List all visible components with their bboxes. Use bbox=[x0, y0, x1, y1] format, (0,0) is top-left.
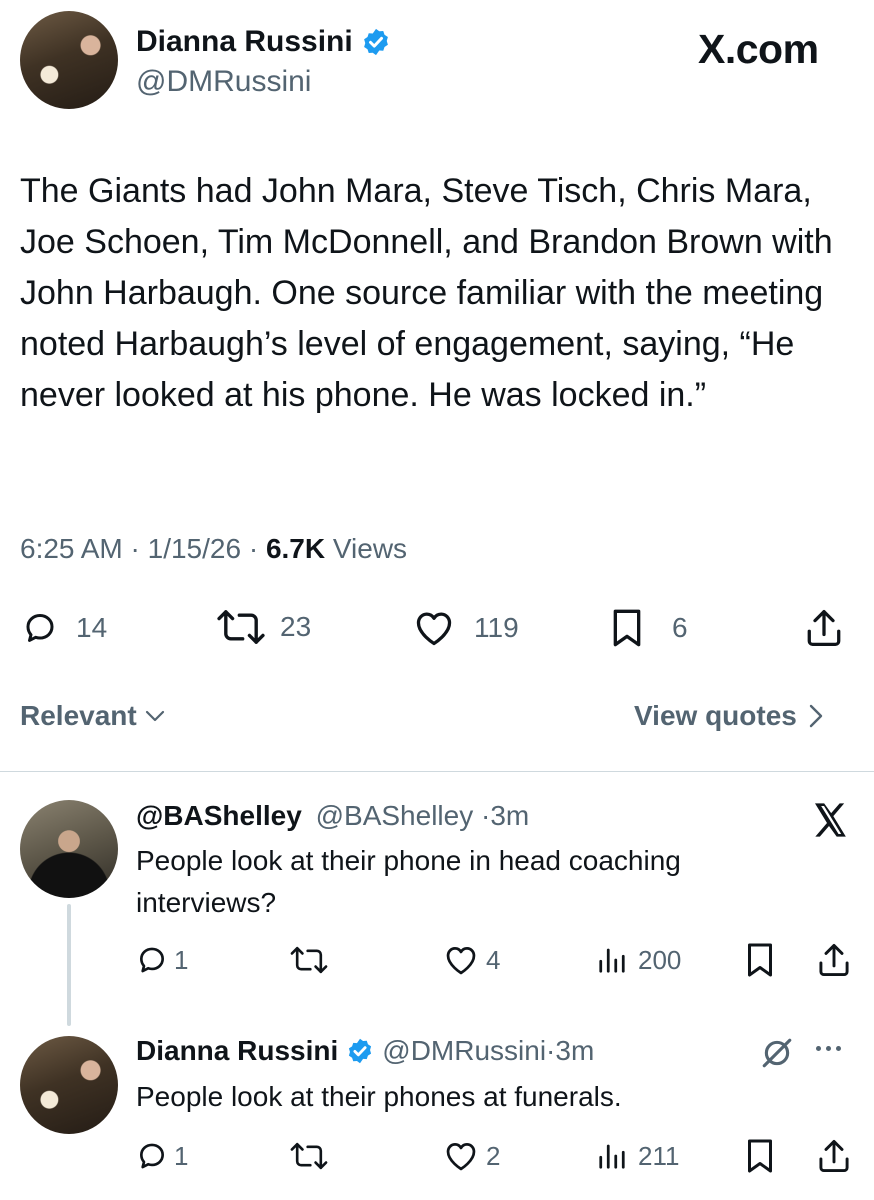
analytics-icon bbox=[599, 948, 625, 973]
reply-like-count: 4 bbox=[486, 944, 501, 975]
sort-dropdown[interactable]: Relevant bbox=[20, 700, 167, 732]
reply-time[interactable]: 3m bbox=[490, 800, 529, 831]
like-button[interactable]: 119 bbox=[414, 610, 519, 646]
tweet-time[interactable]: 6:25 AM bbox=[20, 533, 123, 564]
author-avatar[interactable] bbox=[20, 11, 118, 109]
reply-repost-button[interactable] bbox=[288, 1140, 330, 1172]
reply-share-button[interactable] bbox=[818, 1138, 850, 1174]
view-quotes-link[interactable]: View quotes bbox=[634, 700, 827, 732]
reply-bookmark-button[interactable] bbox=[746, 942, 774, 978]
author-name-row: Dianna Russini bbox=[136, 22, 391, 62]
share-icon bbox=[819, 943, 849, 976]
tweet-text: The Giants had John Mara, Steve Tisch, C… bbox=[20, 172, 833, 414]
author-name[interactable]: Dianna Russini bbox=[136, 25, 353, 59]
views-count: 6.7K bbox=[265, 533, 326, 564]
thread-line bbox=[67, 904, 71, 1026]
site-label: X.com bbox=[698, 26, 819, 72]
reply-button[interactable]: 14 bbox=[22, 610, 107, 646]
reply-views-count: 200 bbox=[638, 944, 682, 975]
reply-reply-button[interactable]: 1 bbox=[136, 1140, 188, 1172]
analytics-icon bbox=[599, 1144, 625, 1169]
reply-text: People look at their phone in head coach… bbox=[136, 845, 681, 918]
meta-separator: · bbox=[480, 800, 491, 831]
reply-text: People look at their phones at funerals. bbox=[136, 1081, 622, 1112]
views-label: Views bbox=[332, 533, 408, 564]
meta-separator: · bbox=[546, 1035, 556, 1066]
heart-icon bbox=[446, 1143, 476, 1171]
meta-separator: · bbox=[130, 533, 148, 564]
reply-views-count: 211 bbox=[638, 1140, 680, 1171]
repost-count: 23 bbox=[280, 611, 312, 642]
reply-handle[interactable]: @DMRussini bbox=[382, 1035, 546, 1067]
reply-icon bbox=[140, 1143, 164, 1169]
reply-count: 14 bbox=[76, 612, 108, 643]
reply-icon bbox=[140, 947, 164, 973]
reply-header: @BAShelley @BAShelley ·3m bbox=[136, 800, 529, 832]
reply-like-count: 2 bbox=[486, 1140, 501, 1171]
share-icon bbox=[819, 1140, 849, 1172]
bookmark-icon bbox=[748, 1139, 772, 1173]
more-options-icon[interactable] bbox=[816, 1046, 841, 1051]
reply-icon bbox=[26, 614, 54, 642]
reply-header: Dianna Russini @DMRussini · 3m bbox=[136, 1034, 594, 1068]
author-handle[interactable]: @DMRussini bbox=[136, 65, 311, 99]
bookmark-count: 6 bbox=[672, 612, 688, 643]
reply-views-button[interactable]: 200 bbox=[596, 944, 681, 976]
heart-icon bbox=[416, 612, 452, 646]
repost-icon bbox=[290, 946, 328, 974]
reply-like-button[interactable]: 2 bbox=[444, 1140, 500, 1172]
tweet-meta: 6:25 AM · 1/15/26 · 6.7K Views bbox=[20, 533, 407, 565]
reply-reply-button[interactable]: 1 bbox=[136, 944, 188, 976]
reply-author-name[interactable]: @BAShelley bbox=[136, 800, 302, 831]
reply-bookmark-button[interactable] bbox=[746, 1138, 774, 1174]
bookmark-icon bbox=[613, 609, 641, 647]
reply-reply-count: 1 bbox=[174, 1140, 189, 1171]
reply-reply-count: 1 bbox=[174, 944, 189, 975]
heart-icon bbox=[446, 947, 476, 975]
repost-button[interactable]: 23 bbox=[214, 608, 311, 646]
repost-icon bbox=[290, 1142, 328, 1170]
repost-icon bbox=[217, 610, 265, 644]
section-divider bbox=[0, 771, 874, 772]
reply-like-button[interactable]: 4 bbox=[444, 944, 500, 976]
reply-handle[interactable]: @BAShelley bbox=[316, 800, 474, 831]
chevron-down-icon bbox=[145, 710, 164, 722]
meta-separator: · bbox=[248, 533, 266, 564]
reply-repost-button[interactable] bbox=[288, 944, 330, 976]
reply-avatar[interactable] bbox=[20, 800, 118, 898]
x-logo-icon[interactable] bbox=[810, 800, 850, 840]
reply-time[interactable]: 3m bbox=[555, 1035, 594, 1067]
grok-icon[interactable] bbox=[760, 1036, 794, 1070]
verified-badge-icon bbox=[349, 1038, 372, 1064]
like-count: 119 bbox=[474, 612, 519, 643]
sort-label: Relevant bbox=[20, 700, 137, 731]
share-button[interactable] bbox=[806, 608, 842, 648]
reply-avatar[interactable] bbox=[20, 1036, 118, 1134]
bookmark-button[interactable]: 6 bbox=[612, 608, 688, 648]
view-quotes-label: View quotes bbox=[634, 700, 797, 731]
tweet-date[interactable]: 1/15/26 bbox=[148, 533, 241, 564]
chevron-right-icon bbox=[809, 704, 823, 728]
reply-author-name[interactable]: Dianna Russini bbox=[136, 1035, 338, 1067]
reply-share-button[interactable] bbox=[818, 942, 850, 978]
reply-views-button[interactable]: 211 bbox=[596, 1140, 679, 1172]
share-icon bbox=[807, 610, 841, 646]
verified-badge-icon bbox=[363, 28, 388, 56]
bookmark-icon bbox=[748, 943, 772, 977]
